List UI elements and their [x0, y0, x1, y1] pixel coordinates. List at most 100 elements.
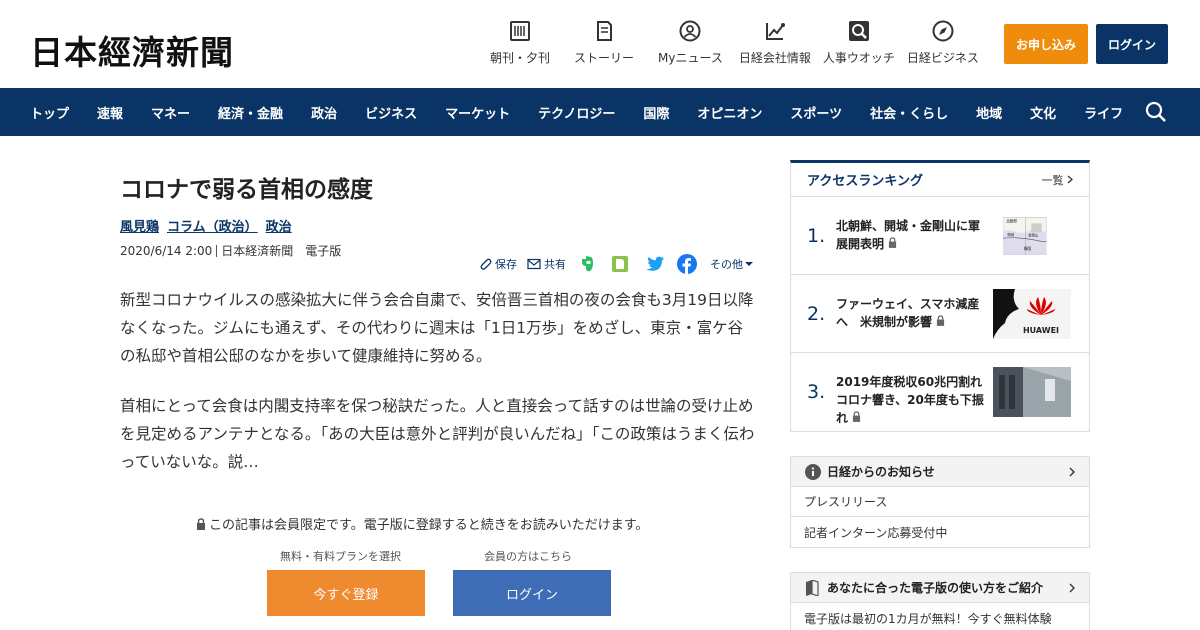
nav-opinion[interactable]: オピニオン — [697, 103, 762, 122]
huawei-wordmark: HUAWEI — [1023, 326, 1059, 335]
register-caption: 無料・有料プランを選択 — [280, 550, 401, 563]
tag-link[interactable]: 政治 — [266, 220, 292, 235]
nav-culture[interactable]: 文化 — [1030, 103, 1056, 122]
twitter-icon — [646, 256, 664, 271]
nav-market[interactable]: マーケット — [445, 103, 510, 122]
notices-header[interactable]: 日経からのお知らせ — [791, 457, 1089, 487]
header-nav-label: 人事ウオッチ — [822, 51, 895, 65]
guide-link[interactable]: 電子版は最初の1カ月が無料！今すぐ無料体験 — [791, 603, 1089, 630]
nav-life[interactable]: ライフ — [1084, 103, 1123, 122]
ranking-headline: 北朝鮮、開城・金剛山に軍展開表明 — [836, 217, 986, 253]
ranking-number: 1. — [807, 225, 826, 247]
nav-international[interactable]: 国際 — [643, 103, 669, 122]
apply-button[interactable]: お申し込み — [1004, 24, 1088, 64]
site-logo[interactable]: 日本經濟新聞 — [30, 26, 234, 74]
ranking-headline-text: 北朝鮮、開城・金剛山に軍展開表明 — [836, 219, 981, 251]
login-button-header[interactable]: ログイン — [1096, 24, 1168, 64]
building-thumbnail — [993, 367, 1071, 417]
nav-technology[interactable]: テクノロジー — [538, 103, 615, 122]
ranking-number: 2. — [807, 303, 826, 325]
nav-top[interactable]: トップ — [30, 103, 69, 122]
info-icon — [805, 463, 821, 480]
chevron-right-icon — [1069, 583, 1075, 593]
nav-society[interactable]: 社会・くらし — [870, 103, 948, 122]
header-nav-business[interactable]: 日経ビジネス — [907, 20, 979, 66]
evernote-share[interactable] — [578, 255, 599, 273]
article-title: コロナで弱る首相の感度 — [120, 177, 373, 203]
nav-money[interactable]: マネー — [151, 103, 190, 122]
header-nav-story[interactable]: ストーリー — [574, 20, 634, 66]
article-body: 新型コロナウイルスの感染拡大に伴う会合自粛で、安倍晋三首相の夜の会食も3月19日… — [120, 286, 756, 498]
header-nav: 朝刊・夕刊 ストーリー Myニュース 日経会社情報 人事ウオッチ 日経ビジネス — [490, 20, 991, 66]
facebook-share[interactable] — [677, 254, 700, 274]
paperclip-icon — [480, 258, 492, 270]
tag-link[interactable]: 風見鶏 — [120, 220, 159, 235]
notice-link[interactable]: プレスリリース — [791, 487, 1089, 517]
lock-icon — [853, 411, 861, 422]
nav-politics[interactable]: 政治 — [311, 103, 337, 122]
tag-link[interactable]: コラム（政治） — [167, 220, 258, 235]
evernote-icon — [582, 256, 593, 272]
map-thumbnail: 北朝鮮 開城 金剛山 韓国 — [1003, 217, 1047, 255]
nav-region[interactable]: 地域 — [976, 103, 1002, 122]
access-ranking: アクセスランキング 一覧 1. 北朝鮮、開城・金剛山に軍展開表明 北朝鮮 開城 … — [790, 160, 1090, 432]
header-nav-company[interactable]: 日経会社情報 — [739, 20, 811, 66]
ranking-item[interactable]: 3. 2019年度税収60兆円割れ コロナ響き、20年度も下振れ — [791, 353, 1089, 431]
facebook-icon — [677, 254, 697, 274]
search-person-icon — [848, 21, 869, 41]
lock-icon — [937, 315, 945, 326]
compass-icon — [932, 20, 954, 42]
map-label: 韓国 — [1024, 246, 1032, 251]
ranking-more-link[interactable]: 一覧 — [1042, 172, 1074, 188]
header-nav-label: ストーリー — [574, 51, 635, 65]
memo-share[interactable] — [611, 255, 632, 273]
newspaper-icon — [510, 21, 530, 41]
article-source: 日本経済新聞 電子版 — [221, 244, 342, 258]
nav-sports[interactable]: スポーツ — [790, 103, 842, 122]
nav-business[interactable]: ビジネス — [365, 103, 417, 122]
nav-sokuho[interactable]: 速報 — [97, 103, 123, 122]
ranking-headline-text: ファーウェイ、スマホ減産へ 米規制が影響 — [836, 297, 980, 329]
article-tags: 風見鶏 コラム（政治） 政治 — [120, 216, 756, 235]
save-action[interactable]: 保存 — [478, 256, 517, 272]
article: コロナで弱る首相の感度 風見鶏 コラム（政治） 政治 2020/6/14 2:00 日… — [120, 160, 756, 471]
register-button[interactable]: 今すぐ登録 — [267, 570, 425, 616]
header-nav-mynews[interactable]: Myニュース — [658, 20, 723, 66]
book-icon — [806, 579, 819, 596]
header-nav-label: 日経会社情報 — [738, 51, 811, 65]
login-button[interactable]: ログイン — [453, 570, 611, 616]
ranking-headline: 2019年度税収60兆円割れ コロナ響き、20年度も下振れ — [836, 373, 994, 427]
nikkei-notices: 日経からのお知らせ プレスリリース 記者インターン応募受付中 — [790, 456, 1090, 548]
more-share[interactable]: その他 — [710, 256, 756, 272]
notice-link[interactable]: 記者インターン応募受付中 — [791, 517, 1089, 547]
meta-divider — [216, 245, 218, 257]
nav-economy[interactable]: 経済・金融 — [218, 103, 283, 122]
header-nav-paper[interactable]: 朝刊・夕刊 — [490, 20, 550, 66]
caret-down-icon — [745, 262, 753, 266]
article-date: 2020/6/14 2:00 — [120, 244, 213, 258]
article-paragraph: 首相にとって会食は内閣支持率を保つ秘訣だった。人と直接会って話すのは世論の受け止… — [120, 397, 755, 471]
ranking-item[interactable]: 2. ファーウェイ、スマホ減産へ 米規制が影響 HUAWEI — [791, 275, 1089, 353]
member-only-notice: この記事は会員限定です。電子版に登録すると続きをお読みいただけます。 — [196, 514, 648, 533]
twitter-share[interactable] — [644, 256, 667, 273]
site-header: 日本經濟新聞 朝刊・夕刊 ストーリー Myニュース 日経会社情報 人事ウオッチ … — [0, 0, 1200, 88]
share-label: 共有 — [544, 258, 566, 271]
digital-guide: あなたに合った電子版の使い方をご紹介 電子版は最初の1カ月が無料！今すぐ無料体験 — [790, 572, 1090, 630]
notices-title: 日経からのお知らせ — [827, 465, 935, 479]
header-nav-label: Myニュース — [658, 51, 723, 65]
ranking-item[interactable]: 1. 北朝鮮、開城・金剛山に軍展開表明 北朝鮮 開城 金剛山 韓国 — [791, 197, 1089, 275]
ranking-headline: ファーウェイ、スマホ減産へ 米規制が影響 — [836, 295, 986, 331]
huawei-thumbnail: HUAWEI — [993, 289, 1071, 339]
guide-header[interactable]: あなたに合った電子版の使い方をご紹介 — [791, 573, 1089, 603]
header-nav-jinji[interactable]: 人事ウオッチ — [823, 20, 895, 66]
chart-icon — [765, 23, 785, 40]
save-label: 保存 — [495, 258, 517, 271]
map-label: 北朝鮮 — [1006, 219, 1017, 224]
chevron-right-icon — [1067, 175, 1073, 183]
share-action[interactable]: 共有 — [527, 256, 566, 272]
bookmark-icon — [597, 21, 613, 41]
member-note-text: この記事は会員限定です。電子版に登録すると続きをお読みいただけます。 — [209, 518, 649, 533]
lock-icon — [889, 237, 897, 248]
search-icon[interactable] — [1144, 100, 1168, 124]
map-label: 開城 — [1007, 232, 1014, 237]
